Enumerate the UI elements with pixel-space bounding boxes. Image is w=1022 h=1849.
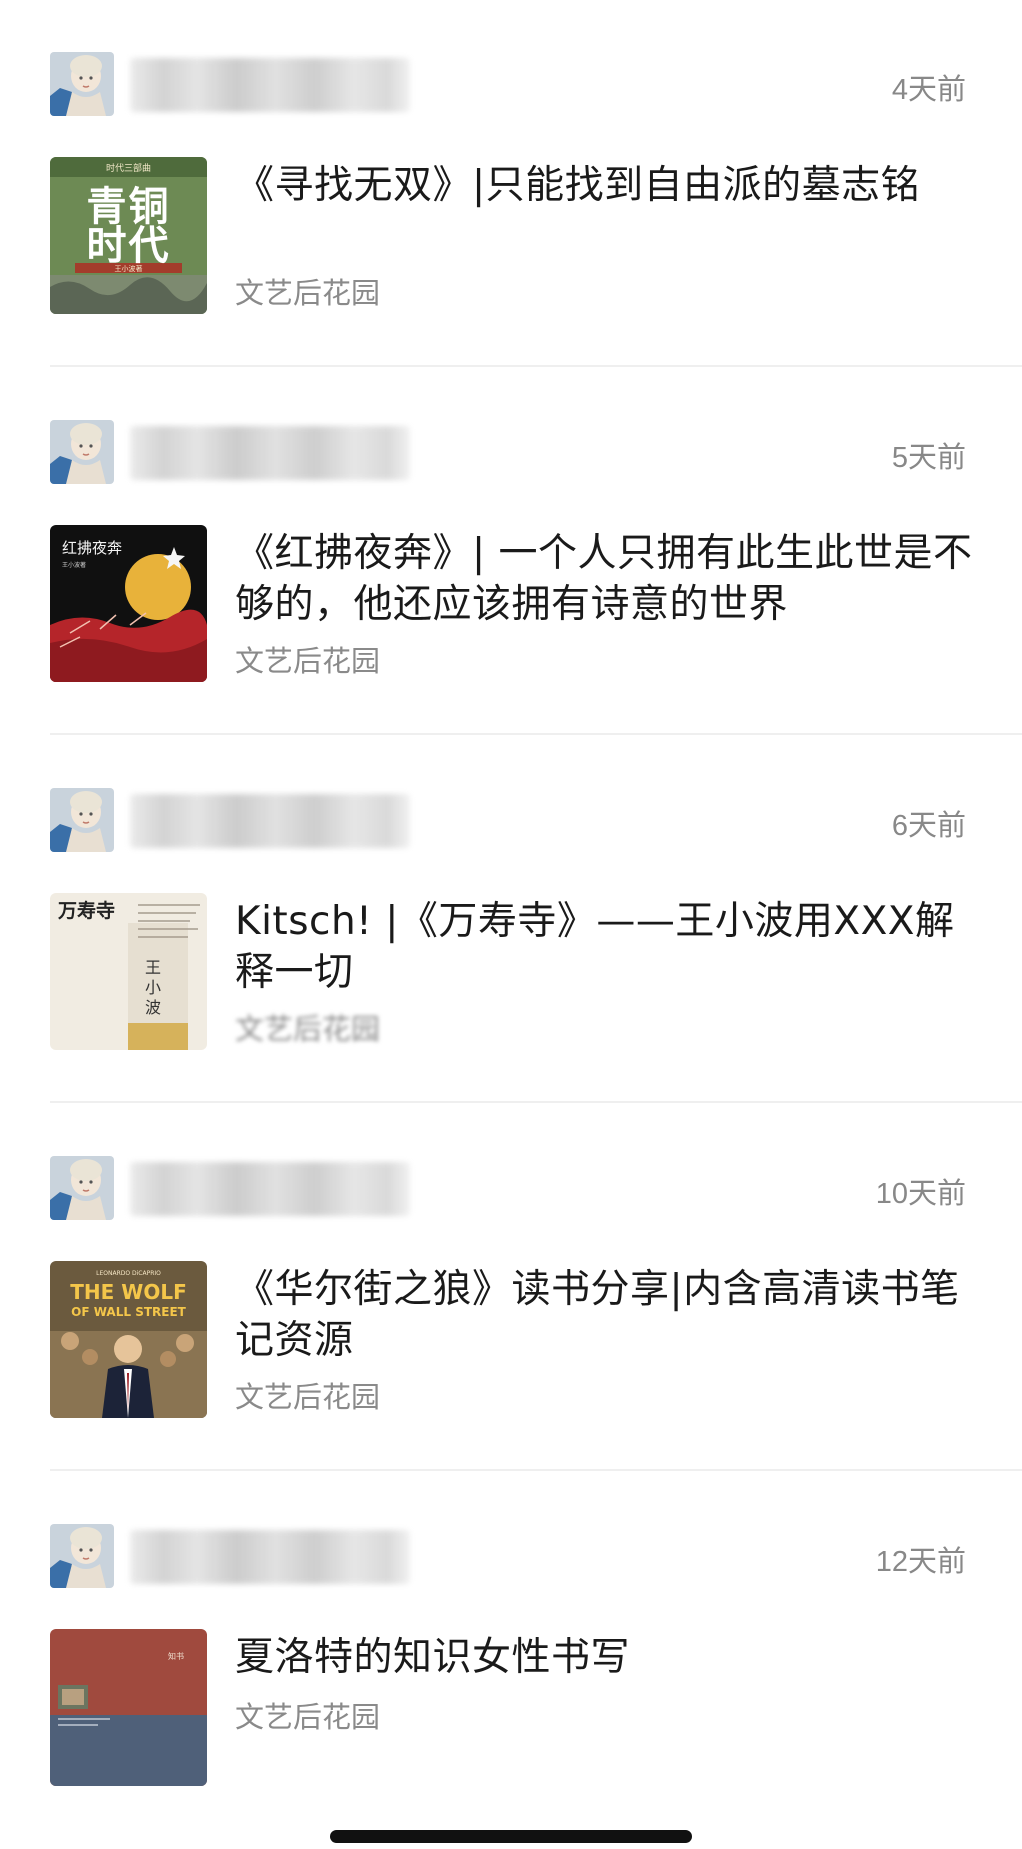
feed-item[interactable]: 6天前 万寿寺 王 小 波 Kitsch! |《万寿寺》——王小波用XXX解释一… <box>0 736 1022 1104</box>
avatar[interactable] <box>50 52 114 116</box>
home-indicator[interactable] <box>330 1830 692 1843</box>
avatar[interactable] <box>50 1156 114 1220</box>
feed-item[interactable]: 4天前 时代三部曲 青铜 时代 王小波著 《寻找无双》|只能找到自由派的墓志铭 … <box>0 0 1022 368</box>
svg-text:王: 王 <box>145 958 161 977</box>
article-title[interactable]: Kitsch! |《万寿寺》——王小波用XXX解释一切 <box>235 896 975 998</box>
svg-text:LEONARDO DiCAPRIO: LEONARDO DiCAPRIO <box>96 1270 161 1277</box>
article-source: 文艺后花园 <box>235 276 381 310</box>
article-source: 文艺后花园 <box>235 1700 381 1734</box>
svg-text:王小波著: 王小波著 <box>115 264 143 273</box>
article-title[interactable]: 夏洛特的知识女性书写 <box>235 1632 975 1683</box>
svg-text:时代: 时代 <box>87 222 171 269</box>
avatar[interactable] <box>50 1524 114 1588</box>
divider <box>50 1101 1022 1103</box>
post-time: 10天前 <box>875 1178 966 1210</box>
author-name-blurred <box>130 1162 410 1216</box>
article-title[interactable]: 《华尔街之狼》读书分享|内含高清读书笔记资源 <box>235 1264 975 1366</box>
post-time: 5天前 <box>891 442 966 474</box>
svg-text:红拂夜奔: 红拂夜奔 <box>62 539 122 557</box>
post-time: 12天前 <box>875 1546 966 1578</box>
feed-item[interactable]: 12天前 知书 夏洛特的知识女性书写 文艺后花园 <box>0 1472 1022 1840</box>
article-cover[interactable]: 万寿寺 王 小 波 <box>50 893 207 1050</box>
author-name-blurred <box>130 1530 410 1584</box>
svg-text:波: 波 <box>145 998 161 1017</box>
svg-text:万寿寺: 万寿寺 <box>57 899 115 922</box>
svg-text:OF WALL STREET: OF WALL STREET <box>71 1305 186 1319</box>
article-cover[interactable]: 时代三部曲 青铜 时代 王小波著 <box>50 157 207 314</box>
svg-text:小: 小 <box>145 978 161 997</box>
post-time: 6天前 <box>891 810 966 842</box>
feed-item[interactable]: 10天前 LEONARDO DiCAPRIO THE WOLF OF WALL … <box>0 1104 1022 1472</box>
avatar[interactable] <box>50 788 114 852</box>
divider <box>50 365 1022 367</box>
avatar[interactable] <box>50 420 114 484</box>
article-cover[interactable]: LEONARDO DiCAPRIO THE WOLF OF WALL STREE… <box>50 1261 207 1418</box>
article-title[interactable]: 《寻找无双》|只能找到自由派的墓志铭 <box>235 160 975 211</box>
article-cover[interactable]: 知书 <box>50 1629 207 1786</box>
post-time: 4天前 <box>891 74 966 106</box>
svg-text:知书: 知书 <box>168 1651 184 1661</box>
svg-text:时代三部曲: 时代三部曲 <box>106 162 151 174</box>
article-title[interactable]: 《红拂夜奔》| 一个人只拥有此生此世是不够的，他还应该拥有诗意的世界 <box>235 528 975 630</box>
article-source: 文艺后花园 <box>235 644 381 678</box>
svg-text:王小波著: 王小波著 <box>62 561 86 569</box>
divider <box>50 1469 1022 1471</box>
article-feed: 4天前 时代三部曲 青铜 时代 王小波著 《寻找无双》|只能找到自由派的墓志铭 … <box>0 0 1022 1849</box>
author-name-blurred <box>130 58 410 112</box>
author-name-blurred <box>130 426 410 480</box>
author-name-blurred <box>130 794 410 848</box>
feed-item[interactable]: 5天前 红拂夜奔 王小波著 《红拂夜奔》| 一个人只拥有此生此世是不够的，他还应… <box>0 368 1022 736</box>
article-cover[interactable]: 红拂夜奔 王小波著 <box>50 525 207 682</box>
article-source: 文艺后花园 <box>235 1012 381 1046</box>
divider <box>50 733 1022 735</box>
svg-text:THE WOLF: THE WOLF <box>70 1280 186 1304</box>
article-source: 文艺后花园 <box>235 1380 381 1414</box>
